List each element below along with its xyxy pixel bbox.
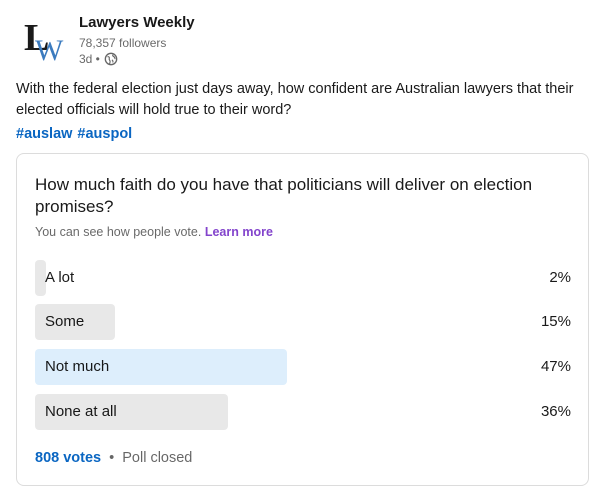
poll-option-label: A lot — [45, 269, 75, 286]
poll-option-some: Some 15% — [35, 304, 571, 340]
poll-option-label: Not much — [45, 358, 110, 375]
hashtag-auslaw[interactable]: #auslaw — [16, 124, 72, 145]
poll-option-percent: 15% — [540, 313, 571, 330]
globe-icon — [104, 52, 118, 66]
hashtag-list: #auslaw #auspol — [16, 124, 132, 145]
learn-more-link[interactable]: Learn more — [205, 225, 273, 239]
footer-separator: • — [109, 450, 115, 466]
poll-option-not-much: Not much 47% — [35, 349, 571, 385]
vote-count-link[interactable]: 808 votes — [35, 450, 101, 466]
poll-option-label: None at all — [45, 403, 117, 420]
visibility-text: You can see how people vote. — [35, 225, 202, 239]
poll-visibility-note: You can see how people vote. Learn more — [35, 225, 273, 239]
poll-status: Poll closed — [122, 450, 193, 466]
post-header: L W Lawyers Weekly 78,357 followers 3d • — [16, 10, 576, 66]
follower-count: 78,357 followers — [79, 36, 167, 50]
poll-option-a-lot: A lot 2% — [35, 260, 571, 296]
poll-card: How much faith do you have that politici… — [16, 153, 589, 486]
poll-footer: 808 votes • Poll closed — [35, 450, 192, 466]
poll-option-percent: 47% — [540, 358, 571, 375]
post-text: With the federal election just days away… — [16, 81, 574, 118]
poll-option-percent: 36% — [540, 403, 571, 420]
hashtag-auspol[interactable]: #auspol — [77, 124, 132, 145]
post-meta: 3d • — [79, 52, 118, 66]
logo-letter-w: W — [35, 34, 64, 64]
poll-question: How much faith do you have that politici… — [35, 175, 533, 216]
poll-option-label: Some — [45, 313, 85, 330]
poll-option-percent: 2% — [549, 269, 571, 286]
author-name[interactable]: Lawyers Weekly — [79, 14, 195, 31]
post-age: 3d • — [79, 52, 100, 66]
lawyers-weekly-logo[interactable]: L W — [24, 16, 66, 64]
poll-option-none-at-all: None at all 36% — [35, 394, 571, 430]
